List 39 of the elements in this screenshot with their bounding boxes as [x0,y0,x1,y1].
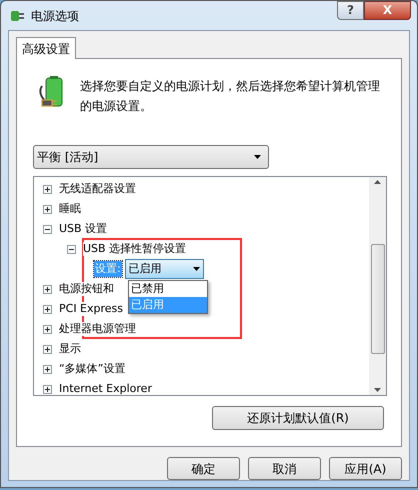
window-title: 电源选项 [31,8,79,25]
expand-icon[interactable] [43,304,52,314]
scroll-thumb[interactable] [370,244,384,354]
dropdown-option[interactable]: 已禁用 [129,281,207,297]
expand-icon[interactable] [43,184,52,194]
expand-icon[interactable] [43,364,52,374]
tree-item[interactable]: 睡眠 [59,202,81,216]
expand-icon[interactable] [43,324,52,334]
dialog-button[interactable]: 应用(A) [329,457,402,480]
tree-item[interactable]: PCI Express [59,302,124,316]
scroll-up-icon[interactable] [374,180,381,184]
tab[interactable]: 高级设置 [16,37,76,59]
expand-icon[interactable] [43,204,52,214]
power-plug-icon [9,8,25,24]
tree-item[interactable]: 无线适配器设置 [59,182,136,196]
scrollbar[interactable] [369,177,386,395]
collapse-icon[interactable] [43,224,52,234]
dialog-button[interactable]: 确定 [167,457,240,480]
collapse-icon[interactable] [67,244,76,254]
expand-icon[interactable] [43,384,52,394]
dropdown-arrow-icon [254,155,261,159]
tree-item[interactable]: “多媒体”设置 [59,362,126,376]
tree-item[interactable]: Internet Explorer [59,382,152,395]
scroll-down-icon[interactable] [374,388,381,392]
tree-item[interactable]: 电源按钮和 [59,282,114,296]
dropdown-arrow-icon [192,267,200,271]
tree-item[interactable]: USB 设置 [59,222,108,236]
plan-dropdown[interactable]: 平衡 [活动] [33,145,269,169]
help-button[interactable]: ? [337,1,364,20]
setting-dropdown[interactable]: 已启用 [124,259,204,279]
setting-label: 设置: [94,261,122,277]
tree-item[interactable]: USB 选择性暂停设置 [83,242,186,256]
dialog-button[interactable]: 取消 [248,457,321,480]
tree-item[interactable]: 显示 [59,342,81,356]
description-text: 选择您要自定义的电源计划，然后选择您希望计算机管理的电源设置。 [80,78,380,115]
expand-icon[interactable] [43,284,52,294]
expand-icon[interactable] [43,344,52,354]
tree-item[interactable]: 处理器电源管理 [59,322,136,336]
restore-defaults-button[interactable]: 还原计划默认值(R) [212,406,384,430]
